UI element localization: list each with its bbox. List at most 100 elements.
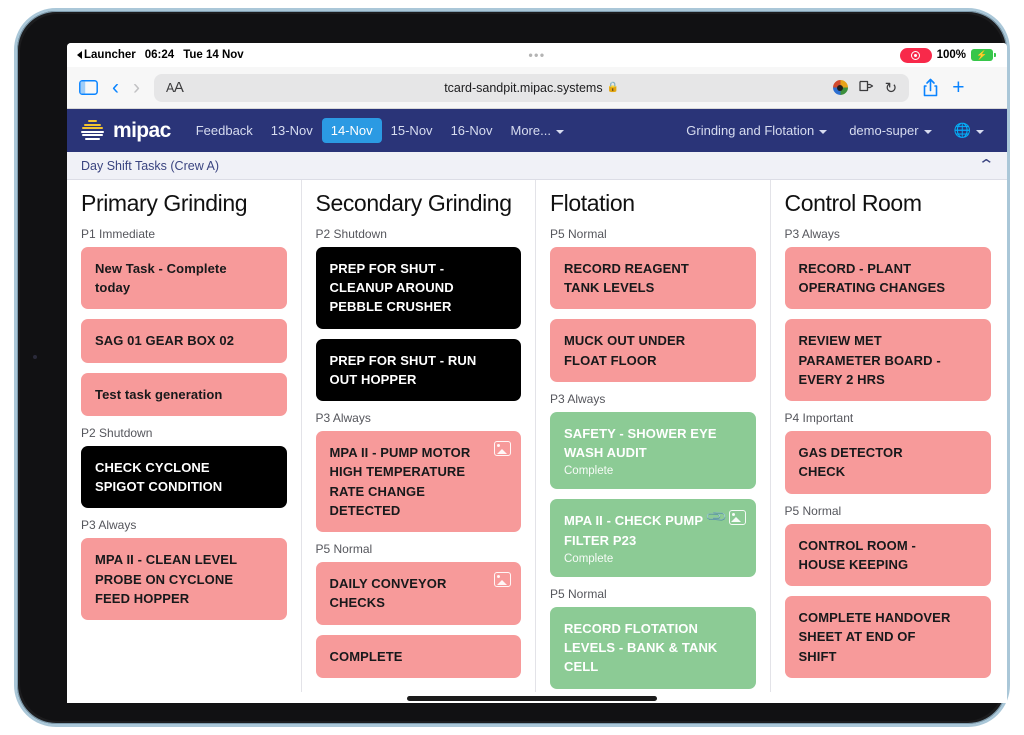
url-text: tcard-sandpit.mipac.systems [444,80,603,95]
task-card[interactable]: COMPLETE [315,634,521,678]
shift-header-bar[interactable]: Day Shift Tasks (Crew A) ⌃ [67,152,1007,180]
lock-icon: 🔒 [606,82,620,93]
extension-puzzle-icon[interactable] [859,79,874,96]
chevron-down-icon [555,129,564,134]
board-column: Primary Grinding P1 Immediate New Task - C… [67,180,302,692]
task-card[interactable]: REVIEW MET PARAMETER BOARD - EVERY 2 HRS [784,319,991,402]
task-card[interactable]: PREP FOR SHUT - RUN OUT HOPPER [315,338,521,402]
board-column: Control Room P3 Always RECORD - PLANT OPER… [771,180,1006,692]
attachment-icon[interactable]: 📎 [704,505,728,529]
ios-status-bar: Launcher 06:24 Tue 14 Nov ••• 100% ⚡ [67,43,1007,67]
reload-icon[interactable]: ↻ [885,79,898,97]
task-card[interactable]: COMPLETE HANDOVER SHEET AT END OF SHIFT [784,596,991,678]
extension-icon[interactable] [832,80,848,95]
task-card[interactable]: PREP FOR SHUT - CLEANUP AROUND PEBBLE CR… [315,247,521,329]
priority-group-label: P5 Normal [550,586,607,601]
task-card-title: CONTROL ROOM - HOUSE KEEPING [798,537,916,572]
priority-group-label: P3 Always [315,411,371,426]
priority-group-label: P1 Immediate [81,227,156,241]
task-board: Primary Grinding P1 Immediate New Task - C… [67,180,1007,692]
task-card[interactable]: MPA II - CHECK PUMP FILTER P23 Complete 📎 [550,499,756,577]
priority-group-label: P3 Always [550,391,606,406]
ipad-screen: Launcher 06:24 Tue 14 Nov ••• 100% ⚡ ‹ ›… [67,43,1007,703]
task-card[interactable]: DAILY CONVEYOR CHECKS [315,562,521,625]
device-side-button[interactable] [33,355,37,359]
image-icon[interactable] [494,572,511,588]
priority-group-label: P2 Shutdown [81,425,153,440]
task-card-title: RECORD - PLANT OPERATING CHANGES [798,261,946,296]
language-selector[interactable]: 🌐 [945,117,993,144]
back-to-launcher-button[interactable]: Launcher [77,49,136,61]
new-tab-button[interactable]: + [952,77,964,98]
task-card-title: MUCK OUT UNDER FLOAT FLOOR [564,333,686,368]
task-card-title: GAS DETECTOR CHECK [798,445,903,480]
priority-group-label: P4 Important [784,411,854,426]
status-bar-time: 06:24 [144,49,175,61]
task-card-title: COMPLETE [329,648,403,664]
back-button[interactable]: ‹ [112,77,119,98]
app-navigation-bar: mipac Feedback 13-Nov 14-Nov 15-Nov 16-N… [67,109,1007,152]
task-card[interactable]: RECORD REAGENT TANK LEVELS [550,247,756,310]
shift-title: Day Shift Tasks (Crew A) [81,158,220,173]
task-card-title: PREP FOR SHUT - RUN OUT HOPPER [329,352,477,387]
horizontal-scrollbar[interactable] [67,694,1007,703]
tab-overview-icon[interactable] [979,79,996,96]
mipac-logo-icon [79,117,106,144]
chevron-down-icon [923,129,932,134]
launcher-label: Launcher [84,49,136,61]
task-card[interactable]: New Task - Complete today [81,247,287,310]
nav-link-more-label: More... [510,123,551,138]
chevron-up-icon[interactable]: ⌃ [978,158,996,173]
task-card[interactable]: RECORD FLOTATION LEVELS - BANK & TANK CE… [550,606,756,689]
chevron-down-icon [819,129,828,134]
nav-link-feedback[interactable]: Feedback [187,118,262,143]
task-card[interactable]: RECORD - PLANT OPERATING CHANGES [784,247,991,310]
app-nav-right: Grinding and Flotation demo-super 🌐 [677,117,993,144]
image-icon[interactable] [494,441,511,457]
user-selector-label: demo-super [849,123,919,138]
priority-group-label: P5 Normal [784,503,842,518]
status-bar-date: Tue 14 Nov [183,49,244,61]
share-icon[interactable] [923,78,938,97]
task-card[interactable]: Test task generation [81,372,287,416]
task-card-icons [494,572,511,588]
brand-name: mipac [113,118,171,142]
battery-charging-icon: ⚡ [971,49,996,61]
nav-link-16-nov[interactable]: 16-Nov [442,118,502,143]
task-card[interactable]: MPA II - PUMP MOTOR HIGH TEMPERATURE RAT… [315,431,521,533]
task-card[interactable]: GAS DETECTOR CHECK [784,431,991,494]
task-card[interactable]: MUCK OUT UNDER FLOAT FLOOR [550,319,756,382]
task-card-title: Test task generation [95,386,223,402]
task-card[interactable]: CHECK CYCLONE SPIGOT CONDITION [81,445,287,509]
nav-link-15-nov[interactable]: 15-Nov [382,118,442,143]
image-icon[interactable] [728,509,746,525]
task-card-title: New Task - Complete today [95,261,227,296]
area-selector[interactable]: Grinding and Flotation [677,118,836,143]
task-card[interactable]: CONTROL ROOM - HOUSE KEEPING [784,523,991,587]
page-settings-aa-button[interactable]: AA [166,79,184,96]
task-card[interactable]: SAFETY - SHOWER EYE WASH AUDIT Complete [550,411,756,490]
user-selector[interactable]: demo-super [840,118,940,143]
task-card[interactable]: SAG 01 GEAR BOX 02 [81,319,287,363]
task-card[interactable]: MPA II - CLEAN LEVEL PROBE ON CYCLONE FE… [81,538,287,621]
url-address-bar[interactable]: AA tcard-sandpit.mipac.systems 🔒 ↻ [154,73,910,102]
forward-button[interactable]: › [133,77,140,98]
safari-toolbar: ‹ › AA tcard-sandpit.mipac.systems 🔒 ↻ + [67,67,1007,109]
column-title: Secondary Grinding [315,190,512,216]
column-title: Primary Grinding [81,190,248,216]
board-column: Secondary Grinding P2 Shutdown PREP FOR SH… [302,180,536,692]
priority-group-label: P2 Shutdown [315,227,387,241]
priority-group-label: P3 Always [784,227,840,241]
url-bar-actions: ↻ [832,79,898,97]
status-bar-right: 100% ⚡ [899,47,996,63]
chevron-down-icon [976,129,984,134]
task-card-icons [494,441,511,457]
battery-percent-label: 100% [936,49,966,61]
horizontal-scrollbar-thumb[interactable] [407,696,657,701]
task-card-title: MPA II - PUMP MOTOR HIGH TEMPERATURE RAT… [329,445,471,518]
sidebar-toggle-icon[interactable] [79,80,98,95]
nav-link-14-nov[interactable]: 14-Nov [321,118,382,143]
nav-link-more[interactable]: More... [501,118,572,143]
nav-link-13-nov[interactable]: 13-Nov [262,118,322,143]
task-card-icons: 📎 [704,505,746,529]
